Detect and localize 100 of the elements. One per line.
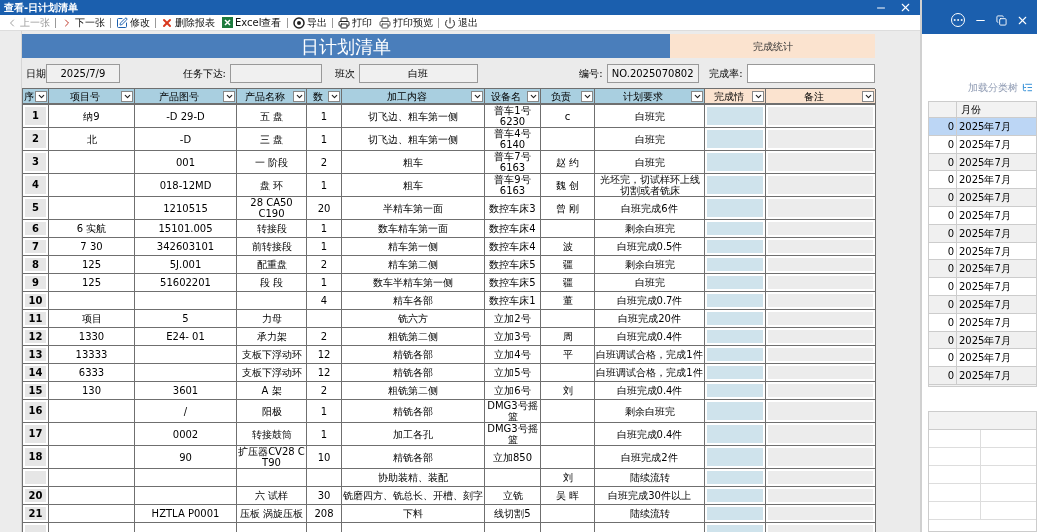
toolbar-button[interactable]: 打印预览 bbox=[376, 15, 435, 30]
filter-dropdown-button[interactable] bbox=[862, 90, 874, 102]
table-cell: 342603101 bbox=[135, 238, 237, 256]
power-icon bbox=[443, 16, 456, 29]
grid-row[interactable]: 0 2025年7月 bbox=[929, 118, 1036, 136]
table-cell: 白班完 bbox=[595, 274, 705, 292]
table-cell[interactable] bbox=[707, 312, 763, 325]
filter-dropdown-button[interactable] bbox=[223, 90, 235, 102]
restore-icon[interactable] bbox=[996, 14, 1007, 26]
table-cell[interactable] bbox=[707, 425, 763, 443]
month-cell-text: 2025年7月 bbox=[958, 351, 1011, 366]
table-cell: 平 bbox=[541, 346, 595, 364]
text-field[interactable] bbox=[229, 63, 322, 83]
column-header[interactable]: 产品图号 bbox=[135, 89, 237, 105]
filter-dropdown-button[interactable] bbox=[293, 90, 305, 102]
table-cell[interactable] bbox=[707, 107, 763, 125]
table-cell: 1 bbox=[307, 220, 342, 238]
grid-row[interactable]: 0 2025年7月 bbox=[929, 171, 1036, 190]
table-cell: 白班完 bbox=[595, 151, 705, 174]
column-header[interactable]: 数 bbox=[307, 89, 342, 105]
grid-row[interactable]: 0 2025年7月 bbox=[929, 278, 1036, 296]
table-cell: 疆 bbox=[541, 256, 595, 274]
table-cell: 吴 晖 bbox=[541, 487, 595, 505]
filter-dropdown-button[interactable] bbox=[527, 90, 539, 102]
table-cell[interactable] bbox=[707, 348, 763, 361]
toolbar-button[interactable]: Excel查看 bbox=[220, 15, 284, 30]
table-cell: 001 bbox=[135, 151, 237, 174]
filter-dropdown-button[interactable] bbox=[121, 90, 133, 102]
grid-row[interactable]: 0 2025年7月 bbox=[929, 260, 1036, 279]
table-cell[interactable] bbox=[707, 199, 763, 217]
column-header[interactable]: 月份 bbox=[957, 102, 981, 117]
table-cell[interactable] bbox=[707, 330, 763, 343]
table-cell[interactable] bbox=[707, 176, 763, 194]
text-field[interactable] bbox=[746, 63, 875, 83]
table-cell[interactable] bbox=[707, 507, 763, 520]
toolbar-button[interactable]: 打印 bbox=[335, 15, 374, 30]
table-cell[interactable] bbox=[707, 276, 763, 289]
row-number: 4 bbox=[25, 176, 46, 194]
column-header[interactable]: 备注 bbox=[766, 89, 876, 105]
grid-row[interactable]: 0 2025年7月 bbox=[929, 349, 1036, 368]
close-icon[interactable] bbox=[899, 1, 912, 14]
table-cell: 90 bbox=[135, 446, 237, 469]
window-title: 查看-日计划清单 bbox=[4, 1, 79, 15]
table-cell: 1 bbox=[307, 128, 342, 151]
table-cell[interactable] bbox=[707, 222, 763, 235]
table-cell[interactable] bbox=[707, 402, 763, 420]
toolbar-button[interactable]: 删除报表 bbox=[159, 15, 217, 30]
filter-dropdown-button[interactable] bbox=[581, 90, 593, 102]
text-field[interactable]: 2025/7/9 bbox=[46, 63, 120, 83]
grid-row[interactable]: 0 2025年7月 bbox=[929, 367, 1036, 385]
count-cell: 0 bbox=[929, 171, 957, 189]
column-header[interactable]: 负责 bbox=[541, 89, 595, 105]
filter-dropdown-button[interactable] bbox=[691, 90, 703, 102]
text-field[interactable]: NO.2025070802 bbox=[606, 63, 699, 83]
table-cell[interactable] bbox=[707, 384, 763, 397]
table-cell: 项目 bbox=[49, 310, 135, 328]
filter-dropdown-button[interactable] bbox=[471, 90, 483, 102]
table-cell[interactable] bbox=[707, 258, 763, 271]
printer-icon bbox=[337, 16, 350, 29]
table-cell: 支板下浮动环 bbox=[237, 364, 307, 382]
report-title: 日计划清单 bbox=[22, 34, 670, 58]
row-number bbox=[25, 471, 46, 484]
toolbar-button[interactable]: 下一张 bbox=[59, 15, 107, 30]
column-header[interactable]: 设备名 bbox=[485, 89, 541, 105]
table-cell: 五 盘 bbox=[237, 105, 307, 128]
column-header[interactable]: 序 bbox=[23, 89, 49, 105]
table-cell[interactable] bbox=[707, 153, 763, 171]
table-cell[interactable] bbox=[707, 294, 763, 307]
toolbar-button[interactable]: 退出 bbox=[441, 15, 480, 30]
table-cell: DMG3号摇篮 bbox=[485, 423, 541, 446]
table-cell: 魏 创 bbox=[541, 174, 595, 197]
table-cell[interactable] bbox=[707, 489, 763, 502]
filter-dropdown-button[interactable] bbox=[328, 90, 340, 102]
table-cell: 数控车床3 bbox=[485, 197, 541, 220]
table-cell: 立加4号 bbox=[485, 346, 541, 364]
table-cell[interactable] bbox=[707, 448, 763, 466]
toolbar-button[interactable]: 修改 bbox=[114, 15, 152, 30]
column-header[interactable]: 项目号 bbox=[49, 89, 135, 105]
text-field[interactable]: 白班 bbox=[358, 63, 479, 83]
count-cell: 0 bbox=[929, 278, 957, 295]
table-cell: DMG3号摇篮 bbox=[485, 400, 541, 423]
table-cell: 7 30 bbox=[49, 238, 135, 256]
row-number: 1 bbox=[25, 107, 46, 125]
row-number: 21 bbox=[25, 507, 46, 520]
filter-dropdown-button[interactable] bbox=[35, 90, 47, 102]
column-header[interactable]: 加工内容 bbox=[342, 89, 485, 105]
grid-row[interactable]: 0 2025年7月 bbox=[929, 189, 1036, 207]
column-header[interactable]: 计划要求 bbox=[595, 89, 705, 105]
toolbar-button[interactable]: 导出 bbox=[290, 15, 329, 30]
table-cell: 纳9 bbox=[49, 105, 135, 128]
column-header[interactable]: 完成情 bbox=[705, 89, 766, 105]
table-cell[interactable] bbox=[707, 130, 763, 148]
table-cell[interactable] bbox=[707, 471, 763, 484]
table-cell[interactable] bbox=[707, 240, 763, 253]
month-cell-text: 2025年7月 bbox=[958, 244, 1011, 259]
column-header[interactable]: 产品名称 bbox=[237, 89, 307, 105]
filter-dropdown-button[interactable] bbox=[752, 90, 764, 102]
table-cell: 粗铣第二侧 bbox=[342, 328, 485, 346]
count-cell: 0 bbox=[929, 242, 957, 260]
table-cell[interactable] bbox=[707, 366, 763, 379]
